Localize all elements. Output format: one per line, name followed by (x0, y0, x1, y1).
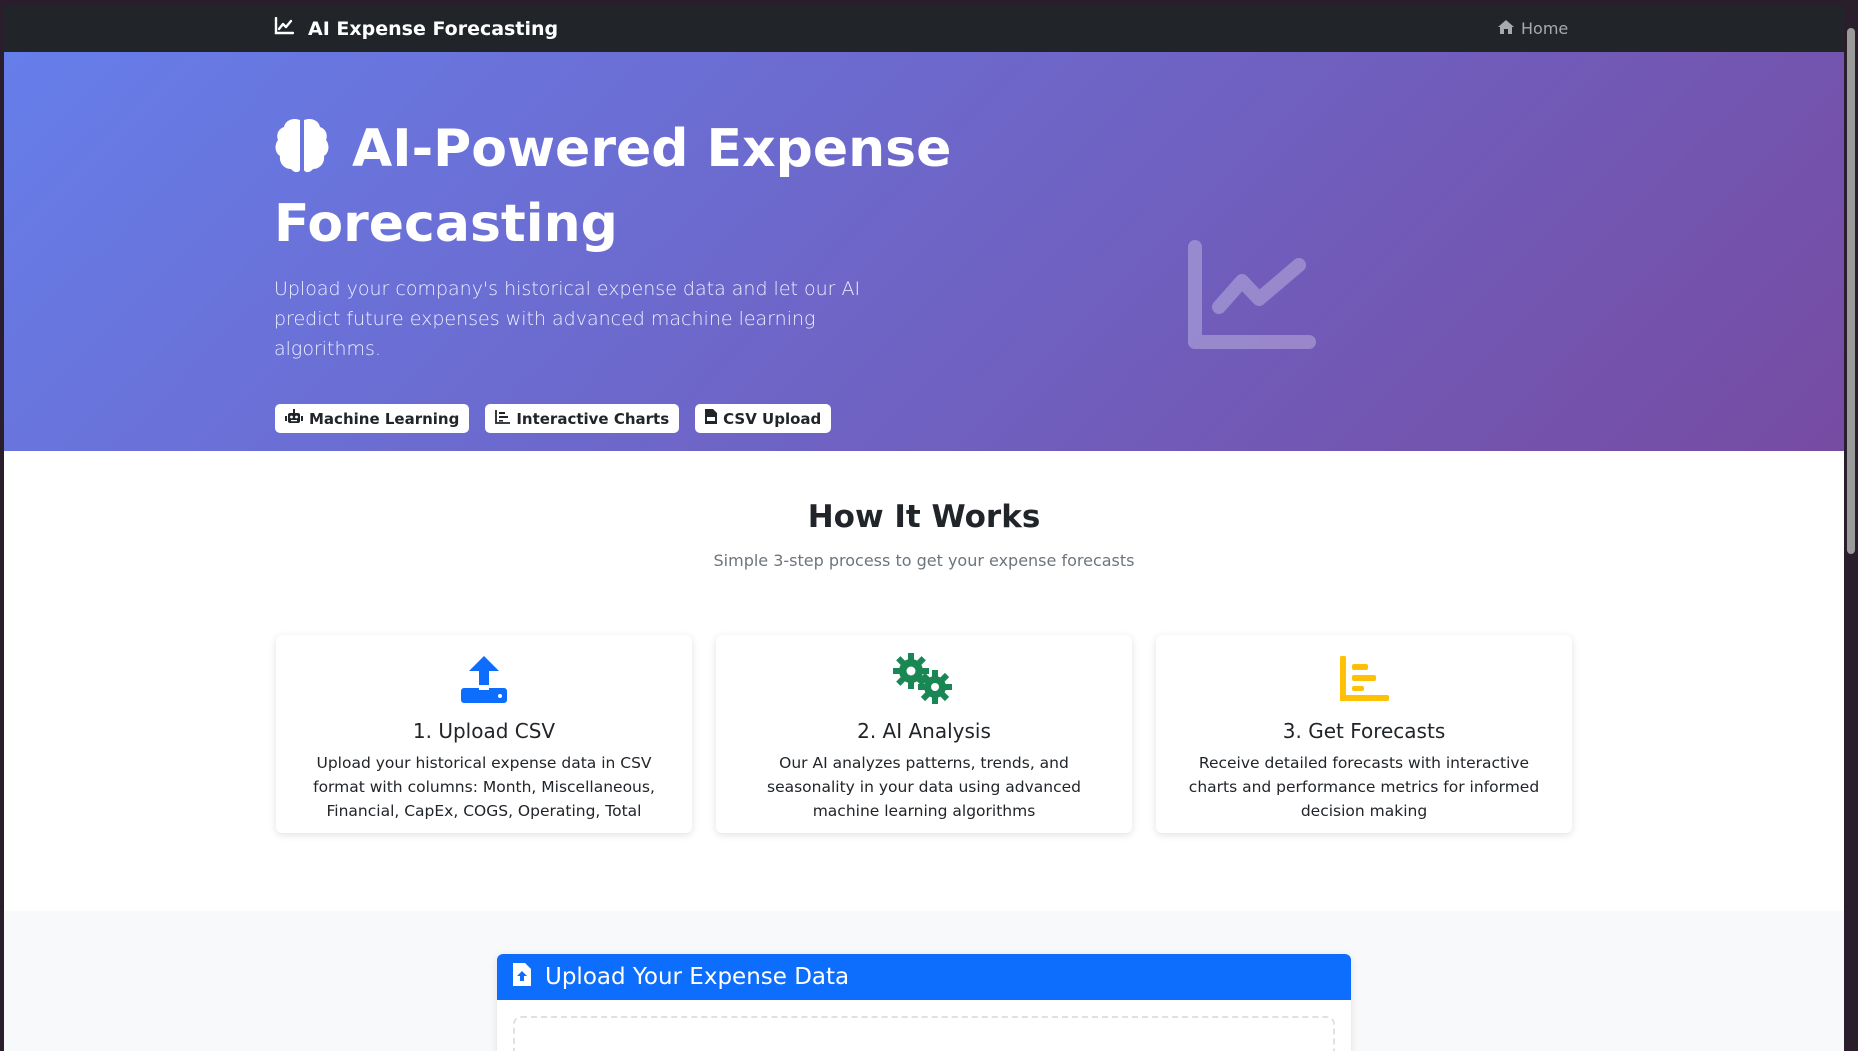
how-it-works-title: How It Works (807, 499, 1041, 535)
badge-label: Interactive Charts (516, 409, 670, 428)
step-card-analysis: 2. AI Analysis Our AI analyzes patterns,… (716, 635, 1132, 833)
badge-interactive-charts: Interactive Charts (485, 404, 680, 433)
badge-label: Machine Learning (309, 409, 460, 428)
step-card-forecasts: 3. Get Forecasts Receive detailed foreca… (1156, 635, 1572, 833)
file-drop-zone[interactable] (513, 1016, 1335, 1051)
upload-icon (276, 653, 692, 705)
how-it-works-subtitle: Simple 3-step process to get your expens… (713, 551, 1135, 570)
hero-lead: Upload your company's historical expense… (274, 278, 861, 360)
file-upload-icon (513, 962, 531, 992)
badge-machine-learning: Machine Learning (275, 404, 470, 433)
step-text: Receive detailed forecasts with interact… (1188, 754, 1540, 820)
step-text: Our AI analyzes patterns, trends, and se… (767, 754, 1081, 820)
upload-card-header: Upload Your Expense Data (497, 954, 1351, 1000)
csv-file-icon (705, 409, 718, 428)
navbar-brand[interactable]: AI Expense Forecasting (274, 5, 558, 52)
chart-bar-icon (495, 409, 511, 428)
home-icon (1497, 19, 1515, 39)
chart-line-icon (274, 16, 295, 40)
gears-icon (716, 653, 1132, 705)
page-scrollbar[interactable] (1844, 0, 1858, 1051)
browser-viewport: AI Expense Forecasting Home AI-Powered E… (4, 5, 1844, 1051)
step-title: 2. AI Analysis (857, 719, 991, 743)
brain-icon (274, 116, 330, 191)
chart-line-icon (1187, 239, 1317, 356)
upload-card: Upload Your Expense Data (497, 954, 1351, 1051)
hero-title-text: AI-Powered Expense Forecasting (274, 119, 952, 254)
step-card-upload: 1. Upload CSV Upload your historical exp… (276, 635, 692, 833)
badge-label: CSV Upload (723, 409, 822, 428)
navbar: AI Expense Forecasting Home (4, 5, 1844, 52)
step-title: 3. Get Forecasts (1282, 719, 1446, 743)
robot-icon (285, 409, 303, 428)
brand-label: AI Expense Forecasting (308, 17, 559, 40)
feature-badges: Machine Learning Interactive Charts CSV … (275, 404, 832, 433)
hero-section: AI-Powered Expense Forecasting Upload yo… (4, 52, 1844, 451)
home-label: Home (1521, 19, 1569, 38)
nav-home-link[interactable]: Home (1497, 5, 1568, 52)
step-title: 1. Upload CSV (412, 719, 556, 743)
chart-bar-icon (1156, 653, 1572, 705)
hero-title: AI-Powered Expense Forecasting (274, 116, 974, 258)
scrollbar-thumb[interactable] (1847, 28, 1855, 554)
badge-csv-upload: CSV Upload (695, 404, 832, 433)
step-text: Upload your historical expense data in C… (313, 754, 655, 820)
upload-card-title: Upload Your Expense Data (545, 964, 850, 990)
